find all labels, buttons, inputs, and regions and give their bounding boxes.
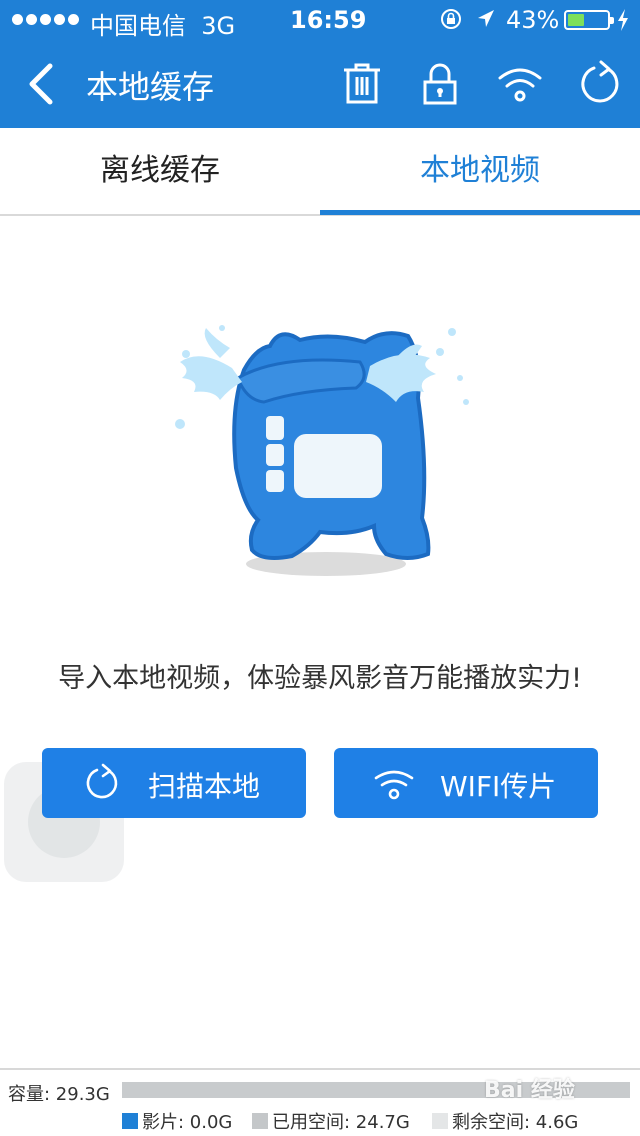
location-arrow-icon — [476, 8, 496, 36]
legend-movies: 影片: 0.0G — [122, 1108, 232, 1134]
baidu-watermark: Bai 经验 — [484, 1078, 575, 1103]
free-swatch — [432, 1113, 448, 1129]
scan-local-label: 扫描本地 — [148, 770, 261, 803]
battery-icon — [564, 10, 614, 30]
carrier-label: 中国电信 3G — [90, 12, 236, 40]
app-screen: 中国电信 3G 16:59 43% 本地缓存 离线缓存 本地视频 导入本地视频，… — [0, 0, 640, 1136]
wifi-icon — [374, 770, 414, 800]
wifi-transfer-button[interactable] — [494, 58, 546, 110]
scan-local-button[interactable]: 扫描本地 — [42, 748, 306, 818]
wifi-transfer-label: WIFI传片 — [440, 770, 557, 803]
network-type: 3G — [201, 12, 236, 40]
refresh-icon — [581, 60, 619, 103]
charging-bolt-icon — [616, 8, 630, 38]
lock-button[interactable] — [414, 58, 466, 110]
nav-bar: 本地缓存 — [0, 40, 640, 128]
tab-local-video[interactable]: 本地视频 — [320, 128, 640, 214]
wifi-icon — [498, 68, 542, 102]
tab-offline-cache[interactable]: 离线缓存 — [0, 128, 320, 214]
empty-state-message: 导入本地视频，体验暴风影音万能播放实力! — [58, 663, 582, 694]
status-time: 16:59 — [290, 6, 367, 34]
battery-percent: 43% — [506, 6, 560, 34]
lock-icon — [423, 63, 457, 105]
legend-used: 已用空间: 24.7G — [252, 1108, 410, 1134]
refresh-button[interactable] — [574, 58, 626, 110]
legend-free: 剩余空间: 4.6G — [432, 1108, 578, 1134]
signal-strength-icon — [12, 14, 79, 25]
status-bar: 中国电信 3G 16:59 43% — [0, 0, 640, 40]
back-button[interactable] — [22, 58, 66, 110]
crying-mascot-illustration — [175, 325, 469, 576]
trash-icon — [344, 63, 380, 104]
movies-swatch — [122, 1113, 138, 1129]
tab-bar: 离线缓存 本地视频 — [0, 128, 640, 216]
delete-button[interactable] — [336, 58, 388, 110]
rotation-lock-icon — [440, 8, 462, 36]
storage-summary: 容量: 29.3G 影片: 0.0G 已用空间: 24.7G 剩余空间: 4.6… — [0, 1068, 640, 1136]
capacity-label: 容量: 29.3G — [8, 1084, 110, 1105]
wifi-transfer-action-button[interactable]: WIFI传片 — [334, 748, 598, 818]
chevron-left-icon — [29, 63, 53, 105]
refresh-icon — [86, 763, 118, 799]
used-swatch — [252, 1113, 268, 1129]
page-title: 本地缓存 — [86, 68, 215, 106]
active-tab-indicator — [320, 210, 640, 215]
